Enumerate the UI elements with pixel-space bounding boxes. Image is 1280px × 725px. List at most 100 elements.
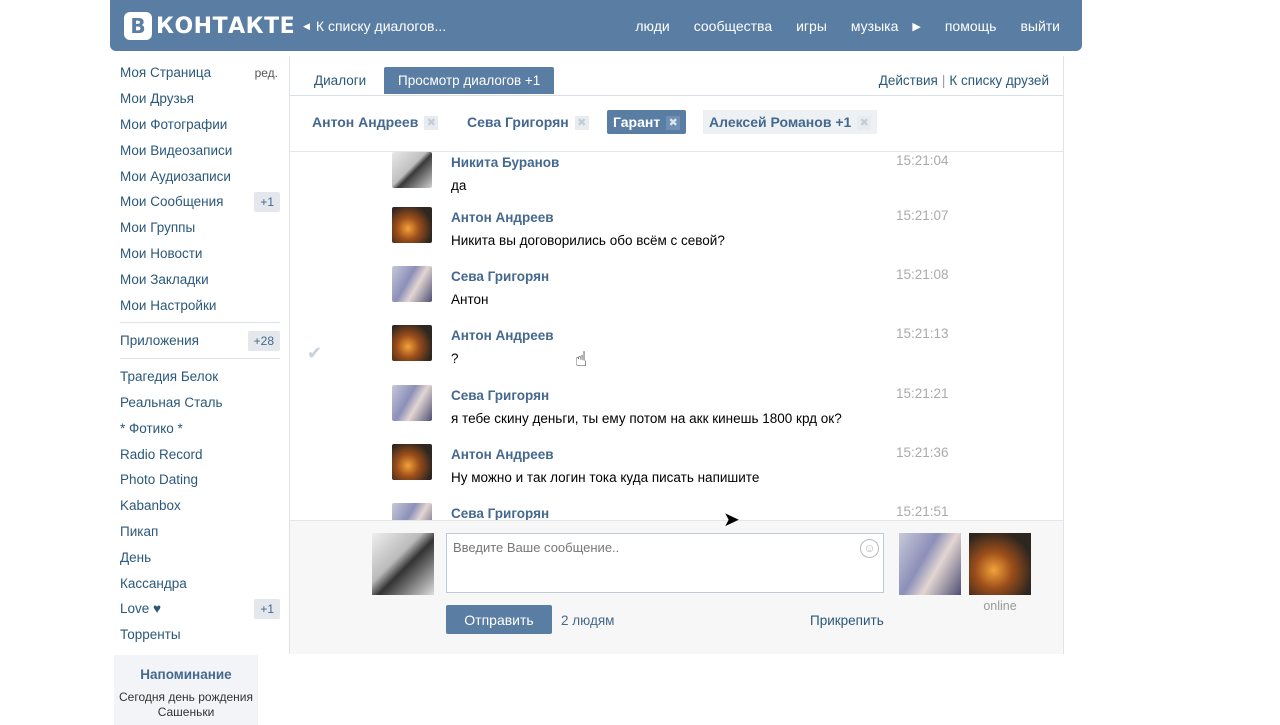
- menu-item-label: Приложения: [120, 333, 199, 349]
- my-avatar[interactable]: [372, 533, 434, 595]
- app-item[interactable]: День: [110, 544, 282, 570]
- remove-icon[interactable]: ✖: [574, 116, 589, 131]
- reminder-box: Напоминание Сегодня день рождения Сашень…: [114, 655, 258, 725]
- smile-icon[interactable]: ☺: [860, 539, 879, 558]
- message-author[interactable]: Сева Григорян: [451, 506, 549, 520]
- app-item[interactable]: Kabanbox: [110, 493, 282, 519]
- menu-item-my-page[interactable]: Моя Страница ред.: [110, 60, 282, 86]
- message-author[interactable]: Антон Андреев: [451, 328, 554, 343]
- app-item[interactable]: Photo Dating: [110, 467, 282, 493]
- menu-item-label: Мои Друзья: [120, 91, 194, 107]
- logo-badge: В: [124, 12, 152, 40]
- logo-text: КОНТАКТЕ: [156, 13, 296, 39]
- menu-item-videos[interactable]: Мои Видеозаписи: [110, 137, 282, 163]
- app-item[interactable]: Кассандра: [110, 570, 282, 596]
- app-item-label: * Фотико *: [120, 420, 183, 436]
- message-author[interactable]: Сева Григорян: [451, 269, 549, 284]
- actions-link[interactable]: Действия: [879, 73, 938, 88]
- message-item[interactable]: ✔ Антон Андреев 15:21:13 ?: [290, 325, 1063, 384]
- nav-people[interactable]: люди: [635, 18, 669, 34]
- nav-help[interactable]: помощь: [945, 18, 997, 34]
- message-input[interactable]: [446, 533, 884, 593]
- separator: |: [941, 73, 946, 88]
- app-item[interactable]: * Фотико *: [110, 415, 282, 441]
- app-item[interactable]: Пикап: [110, 519, 282, 545]
- participant-name: Алексей Романов +1: [709, 114, 852, 130]
- play-icon[interactable]: ▶: [912, 18, 920, 34]
- participant-chip[interactable]: Сева Григорян ✖: [461, 110, 595, 134]
- left-menu: Моя Страница ред. Мои Друзья Мои Фотогра…: [110, 60, 282, 648]
- message-list[interactable]: Никита Буранов 15:21:04 да Антон Андреев…: [290, 152, 1063, 520]
- back-to-dialogs-link[interactable]: ◀ К списку диалогов...: [303, 18, 446, 34]
- app-item[interactable]: Radio Record: [110, 441, 282, 467]
- app-item[interactable]: Торренты: [110, 622, 282, 648]
- friends-list-link[interactable]: К списку друзей: [949, 73, 1049, 88]
- menu-item-apps[interactable]: Приложения +28: [110, 328, 282, 354]
- menu-item-settings[interactable]: Мои Настройки: [110, 292, 282, 318]
- message-author[interactable]: Антон Андреев: [451, 210, 554, 225]
- message-author[interactable]: Никита Буранов: [451, 155, 559, 170]
- message-item[interactable]: Сева Григорян 15:21:51: [290, 503, 1063, 520]
- menu-item-bookmarks[interactable]: Мои Закладки: [110, 266, 282, 292]
- avatar[interactable]: [392, 385, 432, 421]
- message-time: 15:21:07: [896, 208, 949, 223]
- send-button[interactable]: Отправить: [446, 605, 552, 634]
- remove-icon[interactable]: ✖: [666, 116, 681, 131]
- attach-link[interactable]: Прикрепить: [810, 613, 884, 628]
- message-item[interactable]: Никита Буранов 15:21:04 да: [290, 152, 1063, 211]
- tab-view-dialogs[interactable]: Просмотр диалогов +1: [384, 67, 555, 94]
- participant-chip-active[interactable]: Гарант ✖: [607, 110, 687, 134]
- participant-name: Сева Григорян: [467, 114, 569, 130]
- menu-item-news[interactable]: Мои Новости: [110, 241, 282, 267]
- hand-cursor-icon: ☝: [575, 349, 588, 371]
- participant-chip[interactable]: Алексей Романов +1 ✖: [703, 110, 878, 134]
- message-item[interactable]: Сева Григорян 15:21:08 Антон: [290, 266, 1063, 325]
- message-time: 15:21:08: [896, 267, 949, 282]
- menu-divider: [120, 321, 280, 323]
- message-item[interactable]: Антон Андреев 15:21:36 Ну можно и так ло…: [290, 444, 1063, 503]
- avatar[interactable]: [392, 503, 432, 520]
- nav-logout[interactable]: выйти: [1020, 18, 1060, 34]
- menu-item-friends[interactable]: Мои Друзья: [110, 86, 282, 112]
- app-item[interactable]: Love ♥ +1: [110, 596, 282, 622]
- participant-chip[interactable]: Антон Андреев ✖: [306, 110, 444, 134]
- reminder-text[interactable]: Сегодня день рождения Сашеньки: [114, 690, 258, 720]
- dialog-panel: Диалоги Просмотр диалогов +1 Действия | К …: [289, 56, 1064, 654]
- recipients-count[interactable]: 2 людям: [561, 613, 614, 628]
- app-item[interactable]: Реальная Сталь: [110, 390, 282, 416]
- apps-count-badge: +28: [247, 330, 280, 351]
- message-item[interactable]: Антон Андреев 15:21:07 Никита вы договор…: [290, 207, 1063, 266]
- app-item-label: Трагедия Белок: [120, 369, 219, 385]
- message-author[interactable]: Сева Григорян: [451, 388, 549, 403]
- menu-item-audio[interactable]: Мои Аудиозаписи: [110, 163, 282, 189]
- message-author[interactable]: Антон Андреев: [451, 447, 554, 462]
- checkmark-icon[interactable]: ✔: [307, 343, 322, 364]
- participant-avatar[interactable]: [899, 533, 961, 595]
- app-item[interactable]: Трагедия Белок: [110, 364, 282, 390]
- menu-item-label: Мои Настройки: [120, 297, 217, 313]
- message-text: да: [451, 178, 467, 193]
- edit-link[interactable]: ред.: [255, 66, 278, 80]
- nav-communities[interactable]: сообщества: [694, 18, 772, 34]
- triangle-left-icon: ◀: [303, 20, 310, 31]
- participant-name: Антон Андреев: [312, 114, 419, 130]
- participant-name: Гарант: [613, 114, 661, 130]
- nav-music[interactable]: музыка: [851, 18, 898, 34]
- avatar[interactable]: [392, 444, 432, 480]
- tab-dialogs[interactable]: Диалоги: [314, 67, 366, 94]
- vk-logo[interactable]: В КОНТАКТЕ: [124, 12, 295, 40]
- menu-item-messages[interactable]: Мои Сообщения +1: [110, 189, 282, 215]
- menu-item-photos[interactable]: Мои Фотографии: [110, 112, 282, 138]
- nav-games[interactable]: игры: [796, 18, 827, 34]
- avatar[interactable]: [392, 152, 432, 188]
- message-composer: ☺ Отправить 2 людям Прикрепить online: [290, 520, 1063, 654]
- avatar[interactable]: [392, 325, 432, 361]
- avatar[interactable]: [392, 266, 432, 302]
- participant-avatar[interactable]: [969, 533, 1031, 595]
- avatar[interactable]: [392, 207, 432, 243]
- message-text: Антон: [451, 292, 489, 307]
- remove-icon[interactable]: ✖: [857, 116, 872, 131]
- message-item[interactable]: Сева Григорян 15:21:21 я тебе скину день…: [290, 385, 1063, 444]
- remove-icon[interactable]: ✖: [424, 116, 439, 131]
- menu-item-groups[interactable]: Мои Группы: [110, 215, 282, 241]
